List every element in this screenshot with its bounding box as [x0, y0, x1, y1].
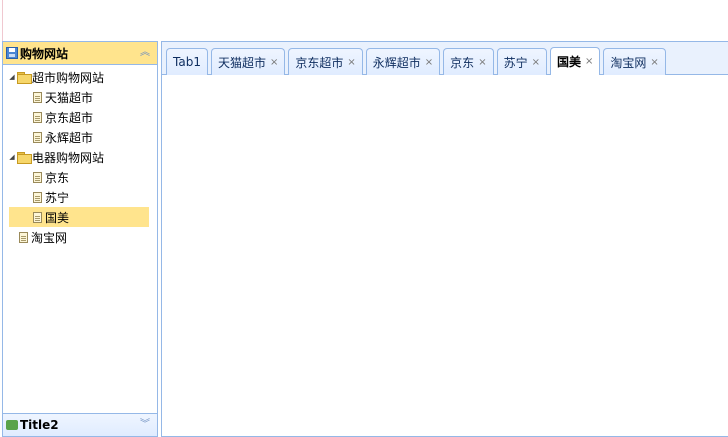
accordion-title: 购物网站 — [20, 46, 69, 61]
tab[interactable]: 京东超市 × — [288, 48, 363, 75]
tab-label: 京东 — [450, 55, 475, 70]
tree-node-label: 淘宝网 — [31, 230, 68, 245]
tab-label: 京东超市 — [295, 55, 344, 70]
tree-node[interactable]: ◢ 超市购物网站 — [3, 67, 157, 87]
file-icon — [33, 111, 42, 123]
tree-node-label: 京东超市 — [45, 110, 94, 125]
tree-node[interactable]: 国美 — [9, 207, 149, 227]
tree-node[interactable]: 永辉超市 — [3, 127, 157, 147]
file-icon — [33, 191, 42, 203]
tabs-panel: Tab1 天猫超市 × 京东超市 × 永辉超市 × 京东 × 苏宁 × 国美 × 淘宝网 × — [161, 41, 728, 437]
tree-node-label: 永辉超市 — [45, 130, 94, 145]
tabs-header: Tab1 天猫超市 × 京东超市 × 永辉超市 × 京东 × 苏宁 × 国美 × 淘宝网 × — [162, 42, 728, 75]
tree-node[interactable]: 苏宁 — [3, 187, 157, 207]
tree-node-label: 苏宁 — [45, 190, 70, 205]
file-icon — [33, 91, 42, 103]
tree-node-label: 天猫超市 — [45, 90, 94, 105]
app-root: 购物网站 ︽ ◢ 超市购物网站 天猫超市 京东超市 永辉超市 ◢ 电器购物网站 京东 苏宁 国美淘… — [0, 0, 728, 437]
tree-node-label: 电器购物网站 — [32, 150, 105, 165]
panel-icon — [6, 420, 18, 430]
tree-node[interactable]: ◢ 电器购物网站 — [3, 147, 157, 167]
tab-label: 淘宝网 — [610, 55, 647, 70]
folder-open-icon — [17, 72, 32, 84]
tab[interactable]: Tab1 — [166, 48, 208, 75]
expand-icon[interactable]: ︾ — [139, 419, 151, 431]
close-icon[interactable]: × — [347, 57, 355, 68]
top-region — [0, 0, 728, 40]
folder-open-icon — [17, 152, 32, 164]
west-accordion: 购物网站 ︽ ◢ 超市购物网站 天猫超市京东超市永辉超市 ◢ 电器购物网站京东苏宁国美淘… — [2, 41, 158, 437]
tree-node[interactable]: 京东 — [3, 167, 157, 187]
close-icon[interactable]: × — [270, 57, 278, 68]
tab-label: 国美 — [556, 55, 581, 69]
tab[interactable]: 淘宝网 × — [603, 48, 666, 75]
close-icon[interactable]: × — [532, 57, 540, 68]
collapse-icon[interactable]: ︽ — [139, 47, 151, 59]
tree-node[interactable]: 淘宝网 — [3, 227, 157, 247]
tab-label: 永辉超市 — [372, 55, 421, 70]
accordion-header-shopping-sites[interactable]: 购物网站 ︽ — [3, 42, 157, 65]
tab-label: 苏宁 — [503, 55, 528, 70]
tree-node[interactable]: 天猫超市 — [3, 87, 157, 107]
close-icon[interactable]: × — [425, 57, 433, 68]
site-tree: ◢ 超市购物网站 天猫超市京东超市永辉超市 ◢ 电器购物网站京东苏宁国美淘宝网 — [3, 65, 157, 247]
save-icon — [6, 47, 18, 59]
tab-label: 天猫超市 — [217, 55, 266, 70]
close-icon[interactable]: × — [585, 56, 593, 67]
close-icon[interactable]: × — [650, 57, 658, 68]
tree-node-label: 国美 — [45, 210, 70, 225]
tab[interactable]: 天猫超市 × — [210, 48, 286, 75]
tree-node-label: 超市购物网站 — [32, 70, 105, 85]
accordion-header-title2[interactable]: Title2 ︾ — [3, 413, 157, 436]
file-icon — [19, 231, 28, 243]
tab[interactable]: 永辉超市 × — [365, 48, 441, 75]
tree-toggle-icon[interactable]: ◢ — [7, 73, 17, 81]
tree-node[interactable]: 京东超市 — [3, 107, 157, 127]
tab-label: Tab1 — [173, 55, 201, 69]
tab[interactable]: 国美 × — [549, 47, 601, 75]
tree-node-label: 京东 — [45, 170, 70, 185]
file-icon — [33, 171, 42, 183]
tab[interactable]: 苏宁 × — [496, 48, 547, 75]
file-icon — [33, 131, 42, 143]
file-icon — [33, 211, 42, 223]
tree-toggle-icon[interactable]: ◢ — [7, 153, 17, 161]
close-icon[interactable]: × — [478, 57, 486, 68]
accordion-title-2: Title2 — [20, 418, 59, 432]
tab[interactable]: 京东 × — [443, 48, 494, 75]
